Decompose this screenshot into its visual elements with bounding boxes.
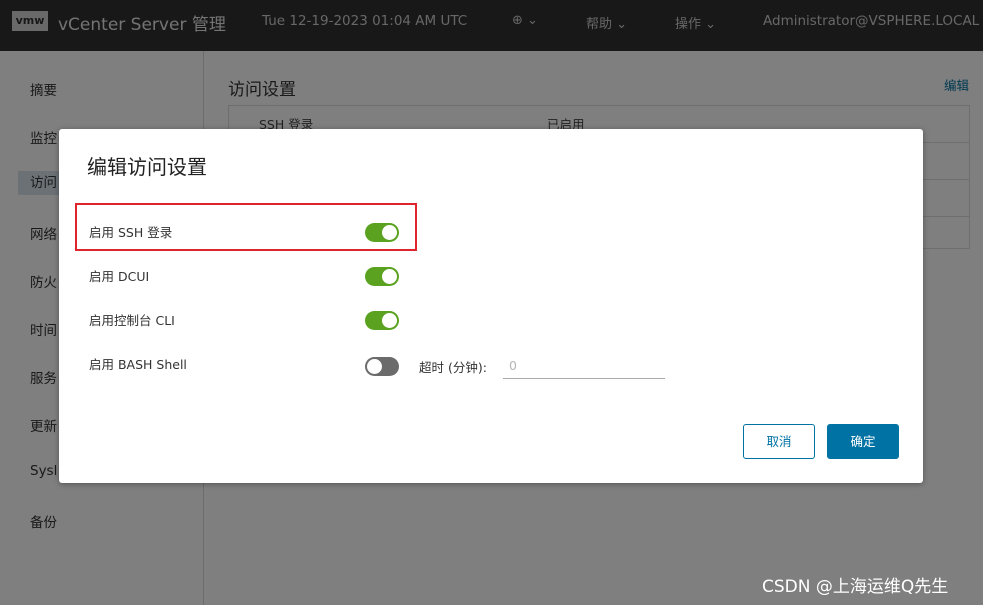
bash-shell-toggle[interactable]	[365, 357, 399, 376]
toggle-knob	[382, 269, 397, 284]
toggle-knob	[382, 225, 397, 240]
timeout-label: 超时 (分钟):	[419, 360, 487, 375]
ssh-login-label: 启用 SSH 登录	[89, 225, 173, 240]
watermark: CSDN @上海运维Q先生	[762, 577, 949, 597]
toggle-knob	[382, 313, 397, 328]
ok-button[interactable]: 确定	[827, 424, 899, 459]
toggle-knob	[367, 359, 382, 374]
console-cli-label: 启用控制台 CLI	[89, 313, 175, 328]
dcui-label: 启用 DCUI	[89, 269, 150, 284]
dcui-toggle[interactable]	[365, 267, 399, 286]
console-cli-toggle[interactable]	[365, 311, 399, 330]
dialog-title: 编辑访问设置	[87, 155, 207, 179]
edit-access-settings-dialog: 编辑访问设置 启用 SSH 登录 启用 DCUI 启用控制台 CLI 启用 BA…	[59, 129, 923, 483]
cancel-button[interactable]: 取消	[743, 424, 815, 459]
timeout-input[interactable]	[503, 353, 665, 379]
bash-shell-label: 启用 BASH Shell	[89, 357, 187, 372]
ssh-login-toggle[interactable]	[365, 223, 399, 242]
